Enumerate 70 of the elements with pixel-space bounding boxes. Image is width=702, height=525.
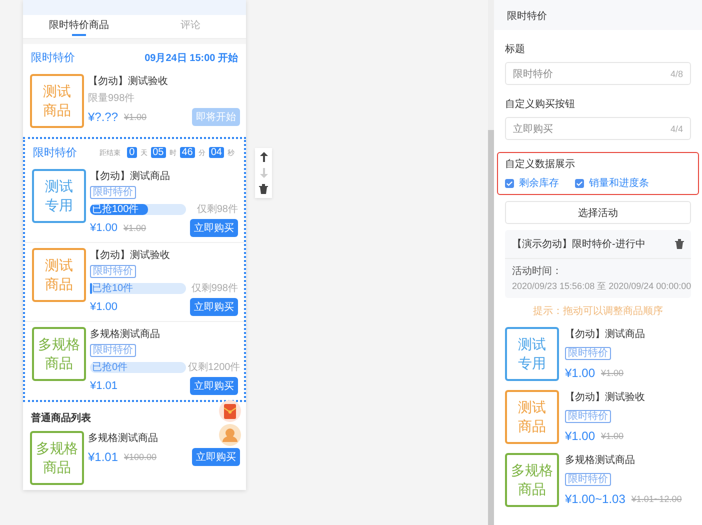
activity-time: 2020/09/23 15:56:08 至 2020/09/24 00:00:00 — [512, 280, 692, 293]
product-name: 多规格测试商品 — [88, 432, 158, 445]
sale-tag: 限时特价 — [90, 344, 136, 357]
product-thumbnail: 多规格 商品 — [30, 431, 84, 485]
field-label: 自定义购买按钮 — [505, 98, 576, 111]
original-price: ¥1.00 — [124, 112, 147, 122]
price: ¥1.00 — [565, 366, 596, 380]
field-label: 标题 — [505, 42, 526, 56]
countdown-number: 0 — [127, 147, 137, 158]
product-thumbnail: 测试 商品 — [30, 74, 84, 128]
original-price: ¥1.00 — [601, 368, 624, 378]
buy-button[interactable]: 立即购买 — [192, 448, 240, 466]
start-time: 09月24日 15:00 开始 — [144, 52, 238, 64]
hint-text: 提示：拖动可以调整商品顺序 — [532, 304, 664, 318]
original-price: ¥100.00 — [124, 452, 157, 462]
price: ¥1.00~1.03 — [565, 492, 626, 506]
text-field[interactable]: 限时特价 4/8 — [505, 62, 691, 85]
price: ¥1.00 — [90, 301, 118, 313]
price: ¥1.01 — [88, 450, 118, 464]
sale-tag: 限时特价 — [565, 473, 611, 486]
checkbox-label[interactable]: 销量和进度条 — [589, 176, 649, 190]
sold-count: 已抢10件 — [92, 282, 134, 294]
buy-button[interactable]: 立即购买 — [190, 298, 238, 316]
product-name: 【勿动】测试验收 — [90, 248, 170, 262]
price: ¥1.01 — [90, 380, 118, 392]
checkbox-label[interactable]: 剩余库存 — [519, 176, 559, 190]
countdown-number: 46 — [180, 147, 195, 158]
buy-button[interactable]: 立即购买 — [190, 377, 238, 395]
panel-header: 限时特价 — [494, 0, 702, 30]
product-name: 【勿动】测试商品 — [90, 170, 170, 183]
product-thumbnail: 多规格 商品 — [32, 327, 86, 381]
buy-button[interactable]: 立即购买 — [190, 219, 238, 237]
remaining-stock: 仅剩998件 — [191, 282, 238, 295]
activity-title: 【演示勿动】限时特价-进行中 — [512, 238, 646, 251]
limit-text: 限量998件 — [88, 92, 136, 105]
section-title: 限时特价 — [33, 146, 77, 160]
select-activity-button[interactable]: 选择活动 — [505, 201, 691, 224]
product-thumbnail: 测试 专用 — [505, 327, 559, 381]
original-price: ¥1.00 — [124, 223, 146, 233]
price: ¥1.00 — [90, 222, 118, 234]
field-label: 自定义数据展示 — [505, 158, 576, 171]
countdown-number: 04 — [208, 147, 224, 158]
sold-count: 已抢0件 — [92, 362, 128, 372]
product-thumbnail: 测试 专用 — [32, 169, 86, 223]
product-thumbnail: 测试 商品 — [505, 390, 559, 444]
sold-count: 已抢100件 — [92, 204, 139, 214]
product-name: 【勿动】测试验收 — [88, 74, 168, 88]
product-thumbnail: 多规格 商品 — [505, 453, 559, 507]
tab[interactable]: 评论 — [134, 15, 246, 38]
section-title: 普通商品列表 — [31, 411, 91, 425]
section-title: 限时特价 — [31, 51, 75, 65]
original-price: ¥1.00 — [601, 431, 624, 441]
price: ¥1.00 — [565, 429, 596, 443]
countdown-number: 05 — [150, 147, 166, 158]
remaining-stock: 仅剩1200件 — [188, 361, 240, 374]
text-field[interactable]: 立即购买 4/4 — [505, 117, 691, 140]
time-label: 活动时间： — [512, 264, 562, 278]
remaining-stock: 仅剩98件 — [196, 203, 238, 216]
tab[interactable]: 限时特价商品 — [23, 15, 134, 38]
sale-tag: 限时特价 — [90, 186, 136, 199]
product-name: 多规格测试商品 — [565, 454, 635, 467]
sale-tag: 限时特价 — [90, 265, 136, 278]
sale-tag: 限时特价 — [565, 410, 611, 423]
original-price: ¥1.01~12.00 — [631, 494, 682, 504]
product-thumbnail: 测试 商品 — [32, 248, 86, 302]
product-name: 【勿动】测试商品 — [565, 328, 645, 341]
price: ¥?.?? — [88, 110, 118, 124]
product-name: 【勿动】测试验收 — [565, 390, 645, 404]
product-name: 多规格测试商品 — [90, 328, 160, 341]
sale-tag: 限时特价 — [565, 347, 611, 360]
